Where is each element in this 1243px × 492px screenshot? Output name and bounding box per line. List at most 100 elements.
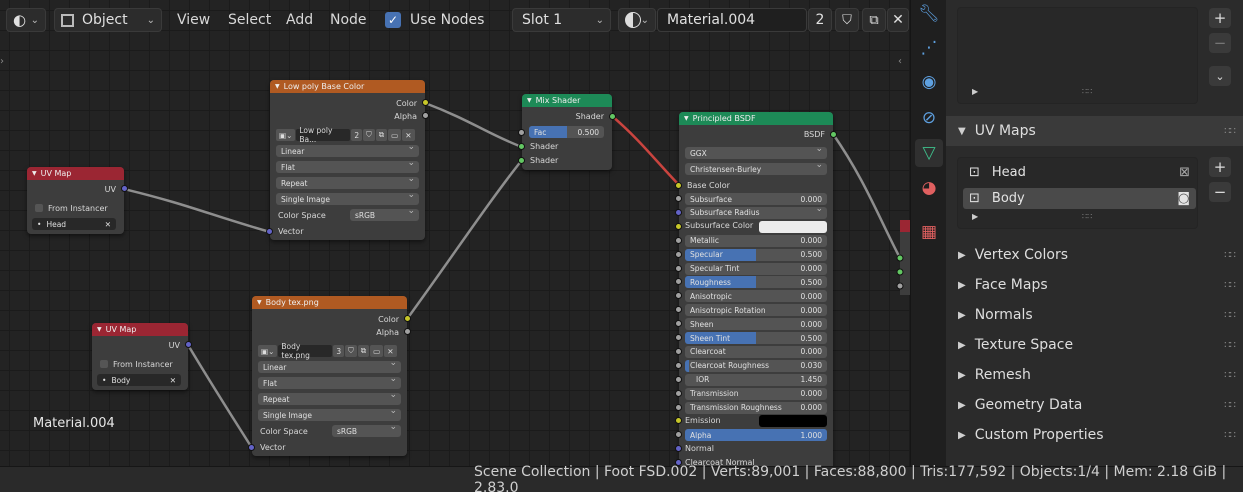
- subsurface-radius-socket[interactable]: [675, 208, 682, 216]
- anisotropic-rotation-field[interactable]: Anisotropic Rotation 0.000: [685, 304, 827, 317]
- specular-socket[interactable]: [675, 250, 682, 258]
- clearcoat-roughness-socket[interactable]: [675, 361, 682, 369]
- geometry-data-panel-header[interactable]: ▶ Geometry Data ∷∷: [946, 390, 1243, 420]
- fac-input-socket[interactable]: [518, 129, 525, 136]
- image-texture-node-body[interactable]: ▼ Body tex.png Color Alpha ▣⌄ Body tex.pn…: [248, 296, 411, 456]
- transmission-socket[interactable]: [675, 389, 682, 397]
- sheen-tint-field[interactable]: Sheen Tint 0.500: [685, 332, 827, 344]
- interpolation-dropdown[interactable]: Linear: [258, 358, 401, 373]
- uv-output-socket[interactable]: [185, 341, 192, 348]
- duplicate-icon[interactable]: ⧉: [357, 345, 370, 357]
- uv-map-field[interactable]: • Head ✕: [32, 218, 116, 230]
- specular-field[interactable]: Specular 0.500: [685, 248, 827, 261]
- alpha-socket[interactable]: [675, 431, 682, 439]
- add-button[interactable]: +: [1209, 8, 1231, 28]
- clearcoat-socket[interactable]: [675, 347, 682, 355]
- tab-constraints[interactable]: ⊘: [915, 104, 943, 132]
- uv-output-socket[interactable]: [121, 185, 128, 192]
- ior-socket[interactable]: [675, 375, 682, 383]
- clear-icon[interactable]: ✕: [170, 376, 176, 385]
- shield-icon[interactable]: ⛉: [345, 345, 357, 357]
- base-color-socket[interactable]: [675, 182, 682, 189]
- clearcoat-field[interactable]: Clearcoat 0.000: [685, 345, 827, 358]
- drag-grip-icon[interactable]: ∷∷: [1224, 370, 1236, 381]
- alpha-field[interactable]: Alpha 1.000: [685, 429, 827, 442]
- duplicate-icon[interactable]: ⧉: [375, 129, 388, 141]
- specials-dropdown[interactable]: ⌄: [1209, 66, 1231, 86]
- uv-map-node-head[interactable]: ▼ UV Map UV From Instancer • Head ✕: [27, 167, 128, 234]
- color-output-socket[interactable]: [422, 99, 429, 106]
- camera-off-icon[interactable]: ⊠: [1179, 165, 1190, 180]
- add-uv-map-button[interactable]: +: [1209, 157, 1231, 177]
- distribution-dropdown[interactable]: GGX: [685, 144, 827, 159]
- uv-maps-panel-header[interactable]: ▼ UV Maps ∷∷: [946, 116, 1243, 146]
- uv-map-item-body[interactable]: ⊡ Body ◙: [963, 188, 1196, 209]
- alpha-output-socket[interactable]: [422, 112, 429, 119]
- normals-panel-header[interactable]: ▶ Normals ∷∷: [946, 300, 1243, 330]
- image-browse-icon[interactable]: ▣⌄: [276, 129, 296, 141]
- list-expand-icon[interactable]: ▶: [972, 87, 978, 96]
- tab-material[interactable]: ◕: [915, 174, 943, 202]
- roughness-field[interactable]: Roughness 0.500: [685, 276, 827, 289]
- transmission-roughness-socket[interactable]: [675, 403, 682, 411]
- emission-swatch[interactable]: [759, 415, 827, 428]
- face-maps-panel-header[interactable]: ▶ Face Maps ∷∷: [946, 270, 1243, 300]
- tab-particles[interactable]: ⋰: [915, 34, 943, 62]
- from-instancer-checkbox[interactable]: From Instancer: [27, 201, 124, 215]
- image-users[interactable]: 2: [351, 129, 363, 141]
- transmission-field[interactable]: Transmission 0.000: [685, 387, 827, 400]
- specular-tint-field[interactable]: Specular Tint 0.000: [685, 262, 827, 275]
- sheen-socket[interactable]: [675, 320, 682, 328]
- image-name-field[interactable]: Low poly Ba...: [296, 126, 351, 144]
- clearcoat-roughness-field[interactable]: Clearcoat Roughness 0.030: [685, 359, 827, 372]
- custom-properties-panel-header[interactable]: ▶ Custom Properties ∷∷: [946, 420, 1243, 450]
- vector-input-socket[interactable]: [266, 228, 273, 235]
- metallic-field[interactable]: Metallic 0.000: [685, 234, 827, 247]
- drag-grip-icon[interactable]: ∷∷: [1224, 430, 1236, 441]
- subsurface-socket[interactable]: [675, 195, 682, 202]
- folder-icon[interactable]: ▭: [370, 345, 384, 357]
- camera-icon[interactable]: ◙: [1177, 191, 1190, 206]
- shader-output-socket[interactable]: [609, 113, 616, 120]
- node-editor[interactable]: ◐ ⌄ Object ⌄ View Select Add Node ✓ Use No…: [0, 0, 910, 466]
- color-output-socket[interactable]: [404, 315, 411, 322]
- anisotropic-socket[interactable]: [675, 292, 682, 300]
- bsdf-output-socket[interactable]: [830, 131, 837, 138]
- from-instancer-checkbox[interactable]: From Instancer: [92, 357, 188, 371]
- tab-physics[interactable]: ◉: [915, 68, 943, 96]
- color-space-dropdown[interactable]: sRGB: [350, 206, 419, 221]
- tab-object-data[interactable]: ▽: [915, 139, 943, 167]
- remesh-panel-header[interactable]: ▶ Remesh ∷∷: [946, 360, 1243, 390]
- image-name-field[interactable]: Body tex.png: [278, 342, 333, 360]
- uv-map-field[interactable]: • Body ✕: [97, 374, 181, 386]
- texture-space-panel-header[interactable]: ▶ Texture Space ∷∷: [946, 330, 1243, 360]
- subsurface-field[interactable]: Subsurface 0.000: [685, 193, 827, 205]
- vector-input-socket[interactable]: [248, 444, 255, 451]
- drag-grip-icon[interactable]: ∷∷: [1224, 310, 1236, 321]
- shader-input-2-socket[interactable]: [518, 157, 525, 164]
- folder-icon[interactable]: ▭: [388, 129, 402, 141]
- list-expand-icon[interactable]: ▶: [972, 212, 978, 221]
- close-icon[interactable]: ✕: [384, 345, 397, 357]
- remove-uv-map-button[interactable]: −: [1209, 182, 1231, 202]
- drag-grip-icon[interactable]: ∷∷: [1224, 126, 1236, 137]
- source-dropdown[interactable]: Single Image: [276, 190, 419, 205]
- tab-modifiers[interactable]: 🔧︎: [915, 0, 943, 28]
- source-dropdown[interactable]: Single Image: [258, 406, 401, 421]
- subsurface-color-swatch[interactable]: [759, 220, 827, 233]
- image-browse-icon[interactable]: ▣⌄: [258, 345, 278, 357]
- image-texture-node-base-color[interactable]: ▼ Low poly Base Color Color Alpha ▣⌄ Low …: [266, 80, 429, 240]
- projection-dropdown[interactable]: Flat: [258, 374, 401, 389]
- metallic-socket[interactable]: [675, 236, 682, 244]
- image-selector[interactable]: ▣⌄ Body tex.png 3 ⛉ ⧉ ▭ ✕: [258, 342, 397, 360]
- subsurface-method-dropdown[interactable]: Christensen-Burley: [685, 160, 827, 175]
- tab-texture[interactable]: ▦: [915, 218, 943, 246]
- color-space-dropdown[interactable]: sRGB: [332, 422, 401, 437]
- specular-tint-socket[interactable]: [675, 264, 682, 272]
- uv-map-item-head[interactable]: ⊡ Head ⊠: [963, 162, 1196, 183]
- left-expand-icon[interactable]: ›: [0, 56, 4, 67]
- alpha-output-socket[interactable]: [404, 328, 411, 335]
- vertex-groups-list[interactable]: ▶ ∷∷: [957, 7, 1198, 104]
- drag-grip-icon[interactable]: ∷∷: [1224, 280, 1236, 291]
- uv-map-node-body[interactable]: ▼ UV Map UV From Instancer • Body ✕: [92, 323, 192, 390]
